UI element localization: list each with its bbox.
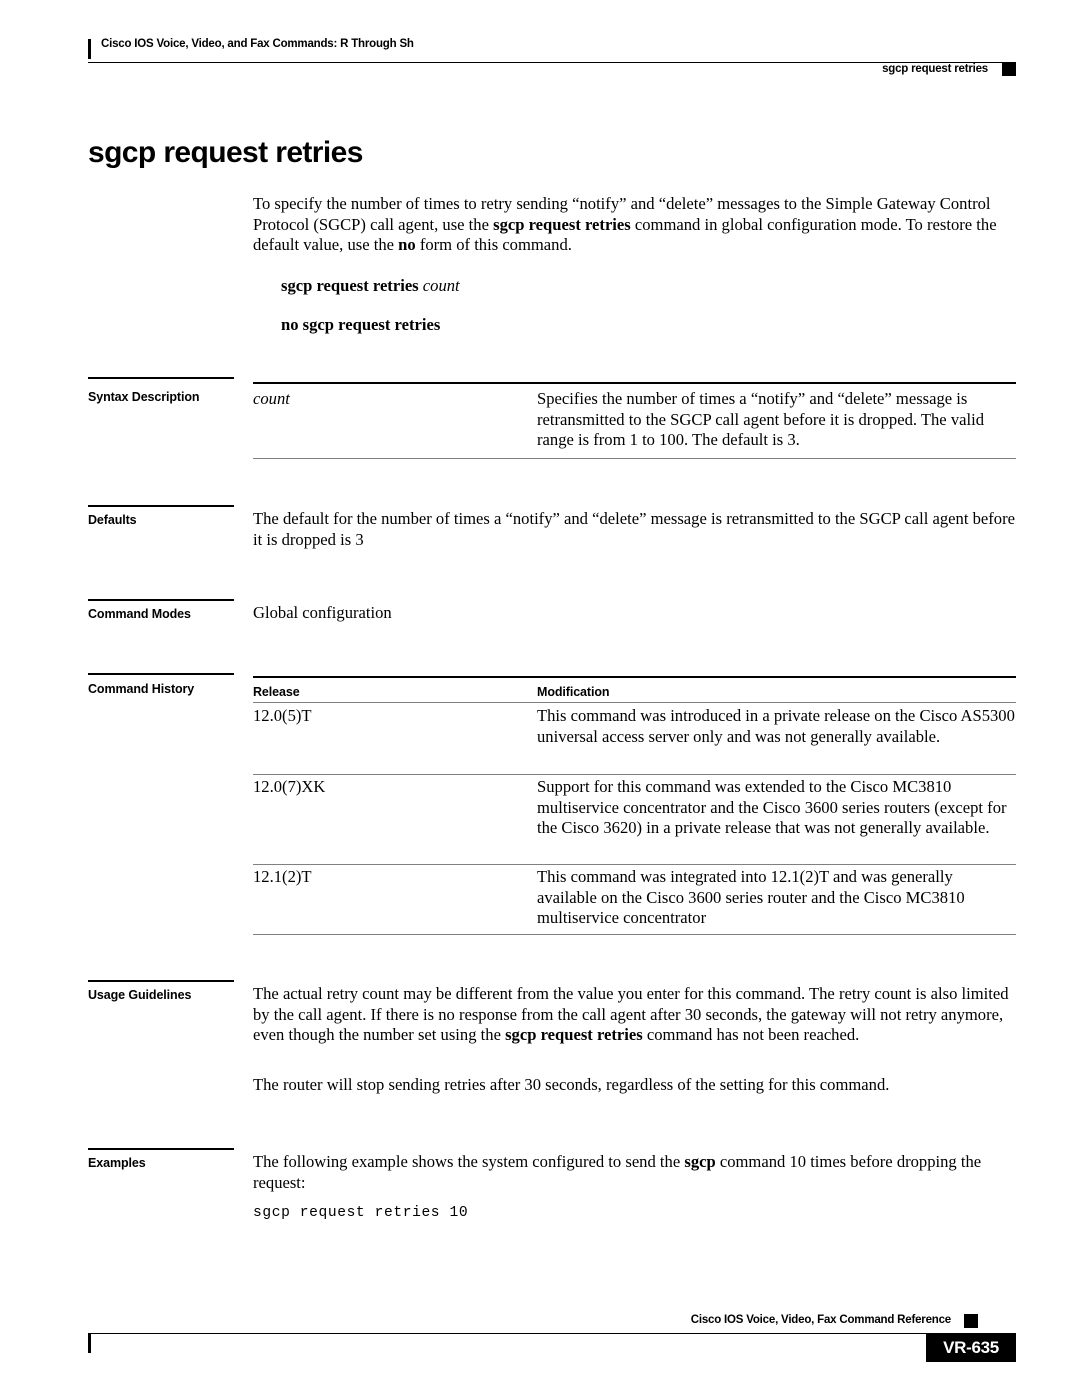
examples-intro-text: The following example shows the system c… [253, 1152, 982, 1192]
page-title: sgcp request retries [88, 136, 363, 169]
footer-square-marker-icon [964, 1314, 978, 1328]
syntax-no-form-line: no sgcp request retries [281, 315, 441, 334]
section-label-command-history: Command History [88, 682, 195, 696]
history-modification-2: Support for this command was extended to… [537, 777, 1007, 837]
section-label-command-modes: Command Modes [88, 607, 191, 621]
history-column-header-modification: Modification [537, 685, 610, 699]
history-release-2: 12.0(7)XK [253, 777, 326, 796]
syntax-term-count: count [253, 389, 290, 408]
command-modes-label-rule [88, 599, 234, 601]
history-modification-3: This command was integrated into 12.1(2)… [537, 867, 965, 927]
footer-book-title: Cisco IOS Voice, Video, Fax Command Refe… [690, 1314, 951, 1326]
section-label-syntax-description: Syntax Description [88, 390, 200, 404]
command-modes-text: Global configuration [253, 603, 392, 622]
running-header: Cisco IOS Voice, Video, and Fax Commands… [88, 38, 1016, 78]
usage-guidelines-paragraph-2: The router will stop sending retries aft… [253, 1075, 890, 1094]
command-history-label-rule [88, 673, 234, 675]
history-release-3: 12.1(2)T [253, 867, 312, 886]
section-label-examples: Examples [88, 1156, 146, 1170]
header-rule [88, 62, 1016, 63]
footer-page-number: VR-635 [943, 1338, 999, 1357]
syntax-table-bottom-rule [253, 458, 1016, 459]
defaults-label-rule [88, 505, 234, 507]
header-chapter-title: Cisco IOS Voice, Video, and Fax Commands… [101, 38, 414, 50]
syntax-definition-count: Specifies the number of times a “notify”… [537, 389, 985, 449]
history-row-rule-1 [253, 774, 1016, 775]
header-square-marker-icon [1002, 62, 1016, 76]
syntax-description-label-rule [88, 377, 234, 379]
usage-guidelines-paragraph-1: The actual retry count may be different … [253, 984, 1009, 1044]
defaults-text: The default for the number of times a “n… [253, 509, 1015, 549]
footer-rule [88, 1333, 978, 1334]
syntax-table-top-rule [253, 382, 1016, 384]
history-modification-1: This command was introduced in a private… [537, 706, 1015, 746]
section-label-usage-guidelines: Usage Guidelines [88, 988, 192, 1002]
footer-left-tick-icon [88, 1333, 91, 1353]
running-footer: Cisco IOS Voice, Video, Fax Command Refe… [88, 1314, 1016, 1384]
header-command-name: sgcp request retries [882, 63, 988, 75]
document-page: Cisco IOS Voice, Video, and Fax Commands… [0, 0, 1080, 1397]
examples-label-rule [88, 1148, 234, 1150]
history-column-header-release: Release [253, 685, 300, 699]
history-table-bottom-rule [253, 934, 1016, 935]
header-left-tick-icon [88, 39, 91, 59]
history-row-rule-2 [253, 864, 1016, 865]
history-release-1: 12.0(5)T [253, 706, 312, 725]
section-label-defaults: Defaults [88, 513, 137, 527]
usage-guidelines-label-rule [88, 980, 234, 982]
history-table-top-rule [253, 676, 1016, 678]
command-description: To specify the number of times to retry … [253, 194, 997, 254]
example-code-block: sgcp request retries 10 [253, 1205, 469, 1221]
syntax-command-line: sgcp request retries count [281, 276, 460, 295]
history-header-rule [253, 702, 1016, 703]
